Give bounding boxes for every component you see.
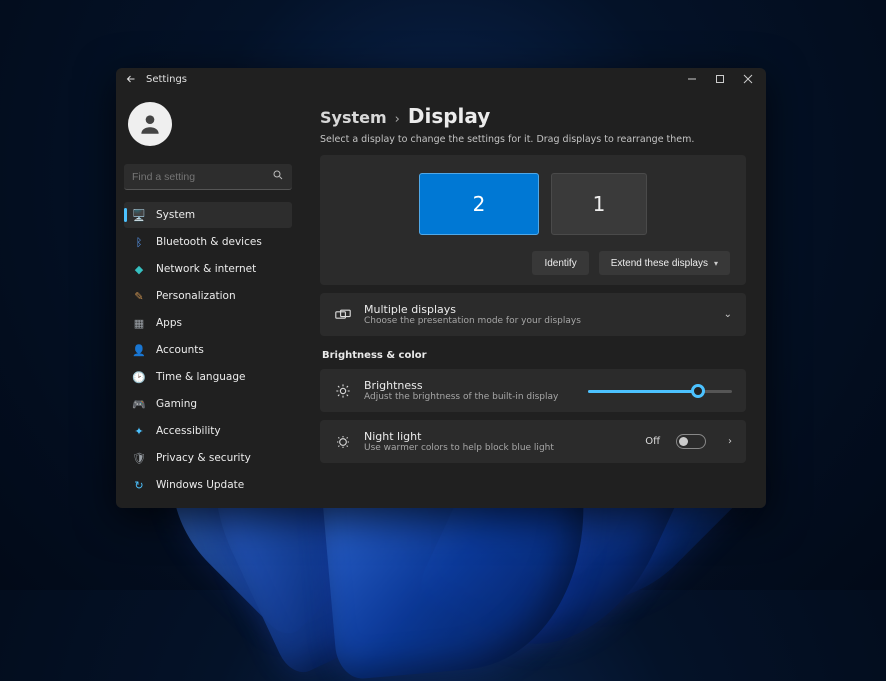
update-icon: ↻ — [132, 479, 146, 492]
night-light-state: Off — [645, 436, 660, 447]
sidebar-item-personalization[interactable]: ✎ Personalization — [124, 283, 292, 309]
bluetooth-icon: ᛒ — [132, 236, 146, 249]
sidebar-item-label: Windows Update — [156, 479, 244, 491]
sidebar-item-system[interactable]: 🖥️ System — [124, 202, 292, 228]
night-light-toggle[interactable] — [676, 434, 706, 449]
sidebar-item-accessibility[interactable]: ✦ Accessibility — [124, 418, 292, 444]
setting-sub: Choose the presentation mode for your di… — [364, 316, 581, 326]
sidebar-item-privacy[interactable]: 🛡 Privacy & security — [124, 445, 292, 471]
main-panel: System › Display Select a display to cha… — [300, 90, 766, 508]
search-input[interactable] — [124, 164, 292, 190]
gamepad-icon: 🎮 — [132, 398, 146, 411]
extend-displays-dropdown[interactable]: Extend these displays▾ — [599, 251, 730, 275]
sidebar-item-label: Bluetooth & devices — [156, 236, 262, 248]
sidebar: 🖥️ System ᛒ Bluetooth & devices ◆ Network &… — [116, 90, 300, 508]
titlebar: Settings — [116, 68, 766, 90]
nav: 🖥️ System ᛒ Bluetooth & devices ◆ Network &… — [124, 202, 292, 498]
sidebar-item-bluetooth[interactable]: ᛒ Bluetooth & devices — [124, 229, 292, 255]
setting-sub: Adjust the brightness of the built-in di… — [364, 392, 558, 402]
apps-icon: ▦ — [132, 317, 146, 330]
window-title: Settings — [146, 74, 187, 85]
brightness-row: Brightness Adjust the brightness of the … — [320, 369, 746, 412]
back-button[interactable] — [120, 73, 142, 85]
slider-thumb[interactable] — [691, 384, 705, 398]
monitor-layout[interactable]: 2 1 — [336, 173, 730, 235]
monitor-2[interactable]: 2 — [419, 173, 539, 235]
setting-title: Brightness — [364, 379, 558, 392]
avatar[interactable] — [128, 102, 172, 146]
sidebar-item-label: Accounts — [156, 344, 204, 356]
accessibility-icon: ✦ — [132, 425, 146, 438]
setting-sub: Use warmer colors to help block blue lig… — [364, 443, 554, 453]
sidebar-item-label: Apps — [156, 317, 182, 329]
sidebar-item-label: Privacy & security — [156, 452, 251, 464]
sidebar-item-network[interactable]: ◆ Network & internet — [124, 256, 292, 282]
chevron-down-icon[interactable]: ⌄ — [724, 309, 732, 320]
system-icon: 🖥️ — [132, 209, 146, 222]
sidebar-item-gaming[interactable]: 🎮 Gaming — [124, 391, 292, 417]
wifi-icon: ◆ — [132, 263, 146, 276]
sidebar-item-label: Network & internet — [156, 263, 256, 275]
maximize-button[interactable] — [706, 68, 734, 90]
minimize-button[interactable] — [678, 68, 706, 90]
person-icon: 👤 — [132, 344, 146, 357]
sidebar-item-label: Gaming — [156, 398, 197, 410]
identify-button[interactable]: Identify — [532, 251, 588, 275]
setting-title: Multiple displays — [364, 303, 581, 316]
multiple-displays-icon — [334, 309, 352, 321]
monitor-1[interactable]: 1 — [551, 173, 647, 235]
sidebar-item-update[interactable]: ↻ Windows Update — [124, 472, 292, 498]
multiple-displays-row[interactable]: Multiple displays Choose the presentatio… — [320, 293, 746, 336]
section-brightness-color: Brightness & color — [322, 350, 746, 361]
sidebar-item-time[interactable]: 🕑 Time & language — [124, 364, 292, 390]
brightness-icon — [334, 383, 352, 399]
sidebar-item-apps[interactable]: ▦ Apps — [124, 310, 292, 336]
chevron-right-icon: › — [395, 112, 400, 127]
shield-icon: 🛡 — [132, 452, 146, 465]
brush-icon: ✎ — [132, 290, 146, 303]
brightness-slider[interactable] — [588, 382, 732, 400]
sidebar-item-accounts[interactable]: 👤 Accounts — [124, 337, 292, 363]
night-light-icon — [334, 434, 352, 450]
sidebar-item-label: System — [156, 209, 195, 221]
close-button[interactable] — [734, 68, 762, 90]
sidebar-item-label: Accessibility — [156, 425, 221, 437]
chevron-right-icon[interactable]: › — [728, 436, 732, 447]
sidebar-item-label: Time & language — [156, 371, 245, 383]
night-light-row[interactable]: Night light Use warmer colors to help bl… — [320, 420, 746, 463]
breadcrumb-parent[interactable]: System — [320, 108, 387, 127]
clock-icon: 🕑 — [132, 371, 146, 384]
page-title: Display — [408, 104, 490, 128]
chevron-down-icon: ▾ — [714, 259, 718, 268]
settings-window: Settings 🖥️ System ᛒ Bluetooth & devices ◆… — [116, 68, 766, 508]
setting-title: Night light — [364, 430, 554, 443]
breadcrumb: System › Display — [320, 104, 746, 128]
display-arrange-panel: 2 1 Identify Extend these displays▾ — [320, 155, 746, 285]
arrange-hint: Select a display to change the settings … — [320, 134, 746, 145]
search-icon — [272, 169, 284, 184]
sidebar-item-label: Personalization — [156, 290, 236, 302]
search-field[interactable] — [132, 171, 272, 183]
